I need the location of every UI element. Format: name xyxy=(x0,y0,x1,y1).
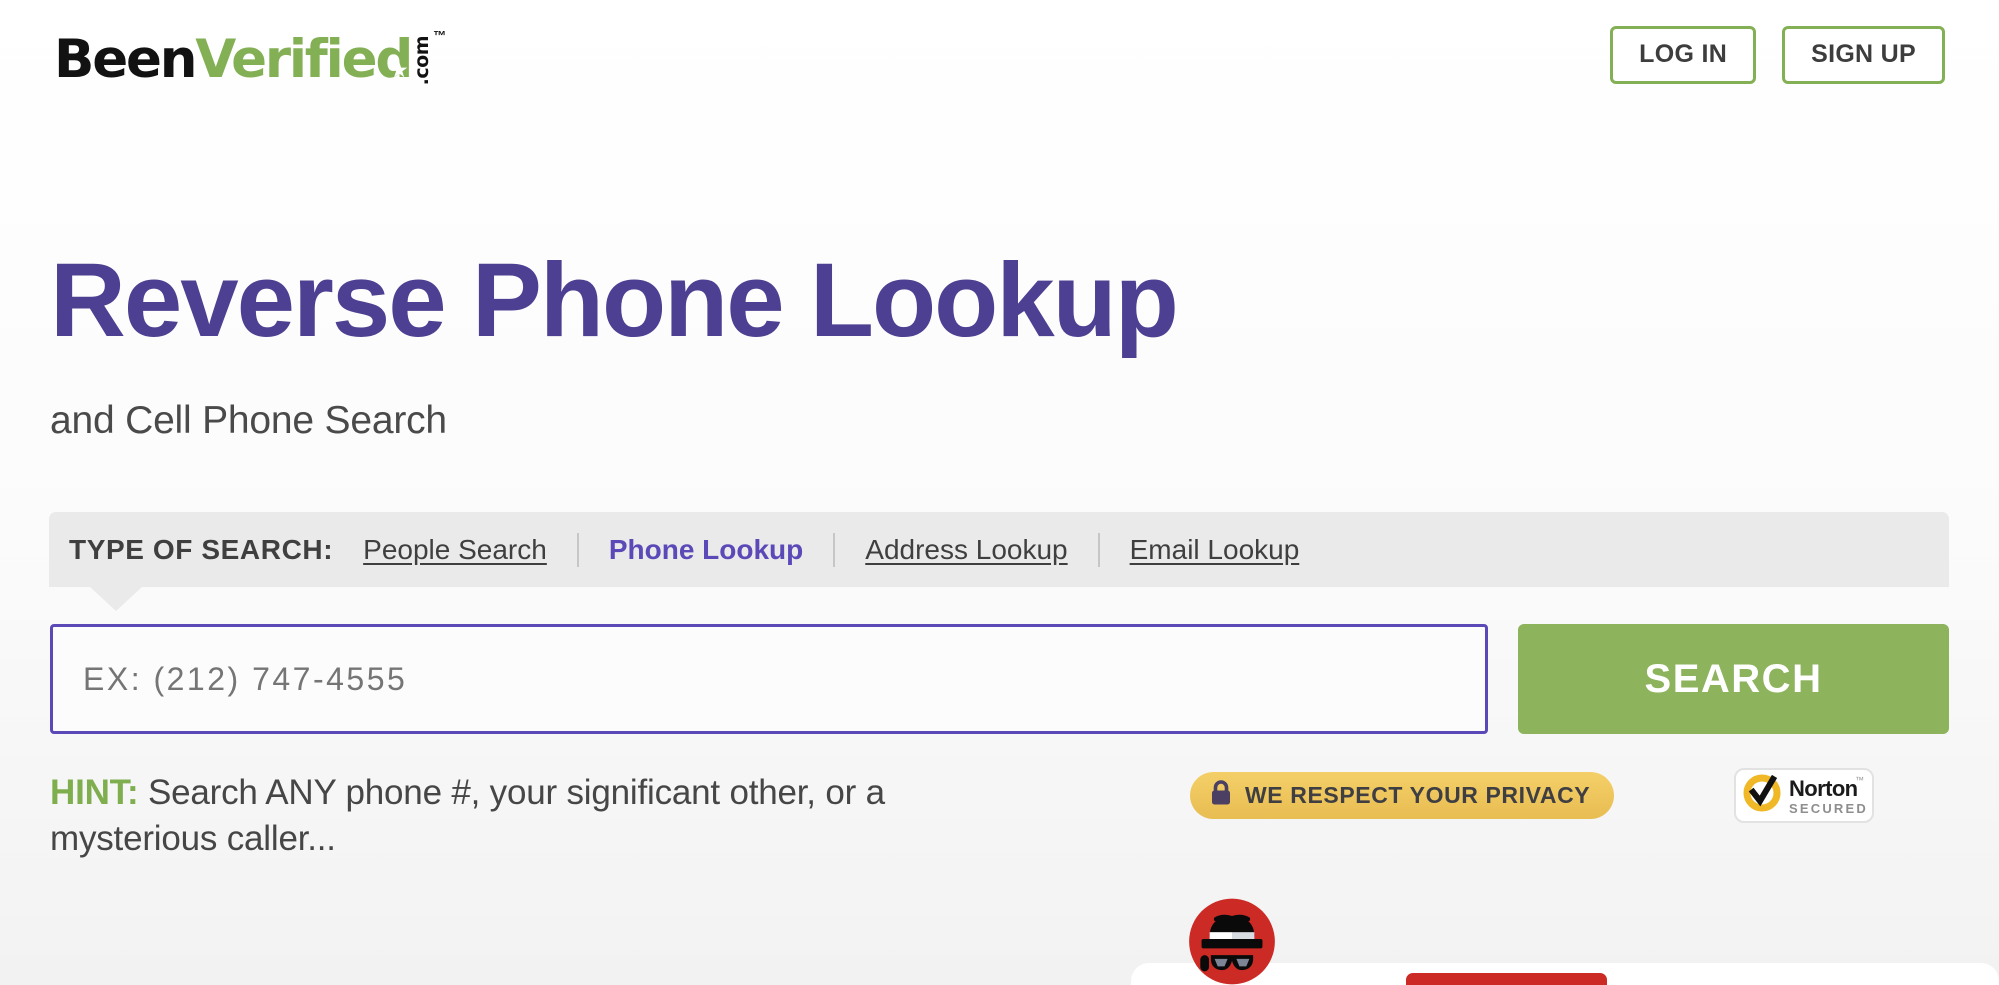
header-actions: LOG IN SIGN UP xyxy=(1610,26,1945,84)
search-type-label: TYPE OF SEARCH: xyxy=(69,533,334,565)
tab-phone-lookup[interactable]: Phone Lookup xyxy=(603,534,809,566)
tab-divider xyxy=(1097,532,1100,567)
page-header: Been Verified ★ .com ™ LOG IN SIGN UP xyxy=(0,0,1999,125)
logo-dotcom: .com xyxy=(411,35,434,85)
search-hint: HINT: Search ANY phone #, your significa… xyxy=(50,770,1060,862)
logo-text-verified: Verified ★ xyxy=(195,33,413,86)
privacy-badge: WE RESPECT YOUR PRIVACY xyxy=(1190,772,1615,819)
norton-secured-badge: Norton SECURED ™ xyxy=(1734,768,1874,823)
tab-divider xyxy=(576,532,579,567)
site-logo[interactable]: Been Verified ★ .com ™ xyxy=(54,28,446,86)
phone-search-input[interactable] xyxy=(50,624,1488,734)
search-hint-text: Search ANY phone #, your significant oth… xyxy=(50,773,885,859)
trademark-icon: ™ xyxy=(433,28,447,43)
bottom-red-button[interactable] xyxy=(1406,973,1607,985)
search-hint-key: HINT: xyxy=(50,773,139,812)
tab-divider xyxy=(833,532,836,567)
search-type-tabbar: TYPE OF SEARCH: People Search Phone Look… xyxy=(49,512,1949,611)
logo-text-been: Been xyxy=(54,29,197,90)
page-subtitle: and Cell Phone Search xyxy=(50,399,447,442)
privacy-badge-label: WE RESPECT YOUR PRIVACY xyxy=(1245,782,1591,808)
lock-icon xyxy=(1210,780,1232,811)
tab-address-lookup[interactable]: Address Lookup xyxy=(859,534,1073,566)
login-button[interactable]: LOG IN xyxy=(1610,26,1757,84)
logo-verified-word: Verified xyxy=(195,29,413,90)
detective-avatar-icon xyxy=(1163,898,1301,985)
tab-people-search[interactable]: People Search xyxy=(357,534,553,566)
page-title: Reverse Phone Lookup xyxy=(50,242,1179,359)
search-button[interactable]: SEARCH xyxy=(1518,624,1949,734)
signup-button[interactable]: SIGN UP xyxy=(1782,26,1945,84)
norton-trademark-icon: ™ xyxy=(1855,775,1864,785)
norton-secured-label: SECURED xyxy=(1789,801,1868,816)
checkmark-icon xyxy=(1742,773,1782,818)
tab-email-lookup[interactable]: Email Lookup xyxy=(1124,534,1306,566)
